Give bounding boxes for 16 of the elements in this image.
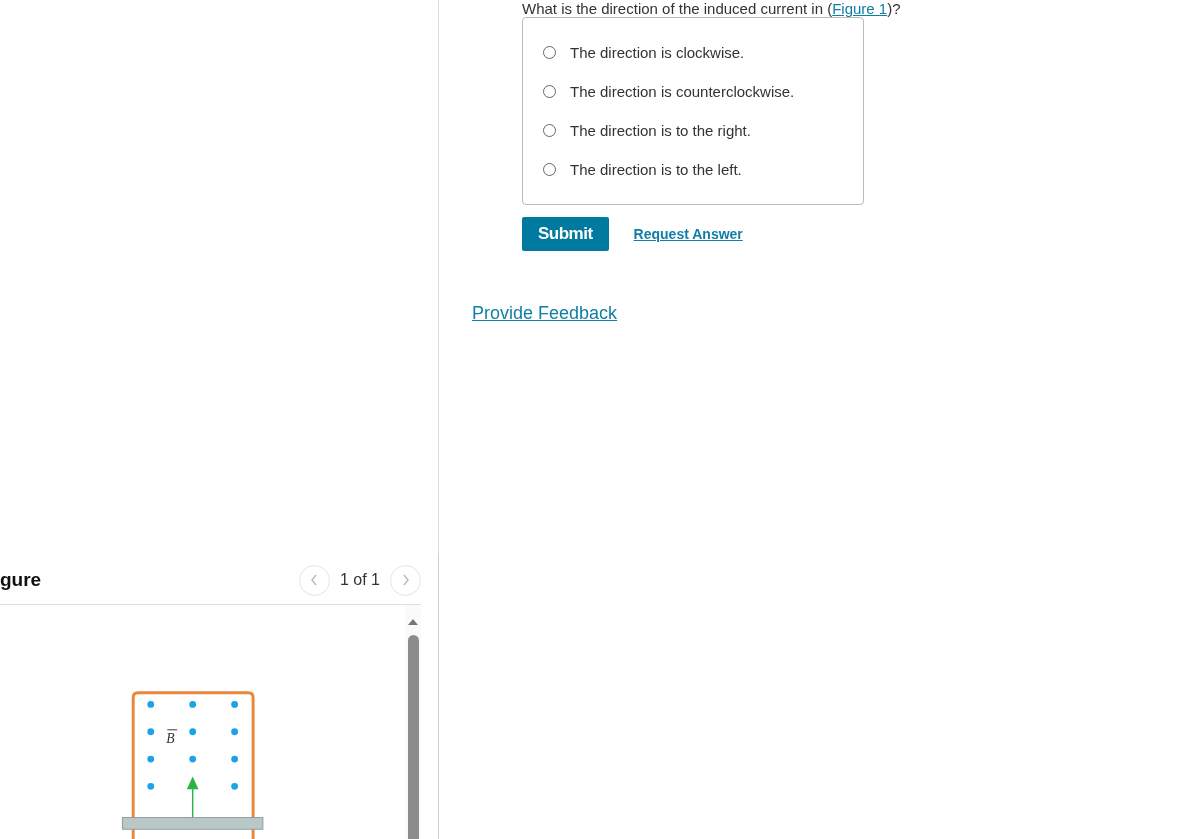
figure-link[interactable]: Figure 1 — [832, 0, 888, 17]
feedback-link[interactable]: Provide Feedback — [472, 303, 618, 324]
submit-button[interactable]: Submit — [522, 217, 609, 251]
chevron-left-icon — [309, 573, 320, 587]
scrollbar-thumb[interactable] — [407, 635, 419, 839]
option-label[interactable]: The direction is clockwise. — [570, 43, 745, 61]
scroll-up-icon[interactable] — [407, 617, 419, 627]
page-counter: 1 of 1 — [339, 571, 380, 589]
option-label[interactable]: The direction is counterclockwise. — [570, 82, 795, 100]
option-label[interactable]: The direction is to the right. — [570, 121, 751, 139]
option-label[interactable]: The direction is to the left. — [570, 160, 742, 178]
question-text: What is the direction of the induced current in (Figure 1)? — [522, 0, 902, 17]
panel-title: gure — [0, 569, 42, 591]
field-label: B — [166, 731, 175, 747]
request-answer-link[interactable]: Request Answer — [633, 226, 743, 242]
chevron-right-icon — [400, 573, 411, 587]
